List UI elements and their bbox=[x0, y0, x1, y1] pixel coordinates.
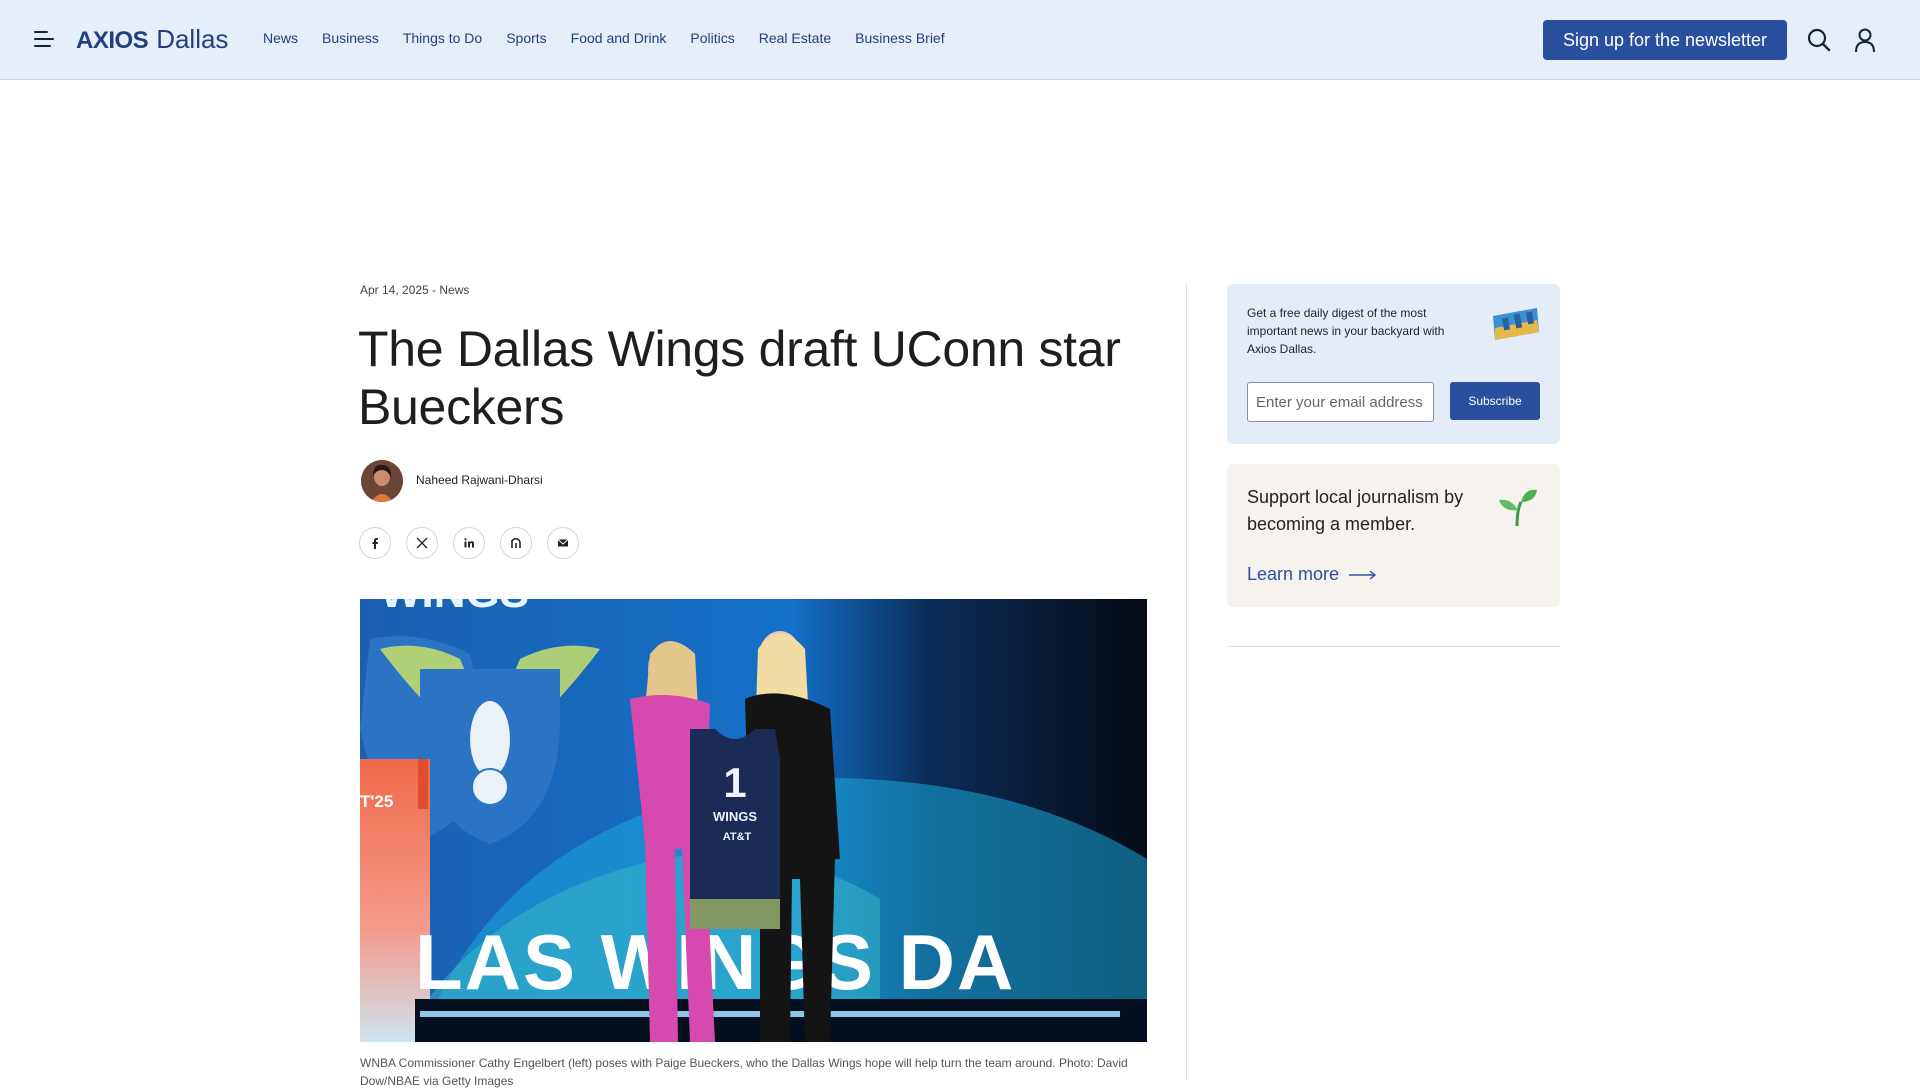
photo-caption: WNBA Commissioner Cathy Engelbert (left)… bbox=[360, 1056, 1128, 1088]
menu-icon[interactable] bbox=[34, 31, 54, 47]
author-avatar[interactable] bbox=[361, 460, 403, 502]
article-title: The Dallas Wings draft UConn star Buecke… bbox=[358, 321, 1121, 435]
subscribe-button[interactable]: Subscribe bbox=[1450, 382, 1540, 420]
linkedin-icon[interactable] bbox=[453, 527, 485, 559]
learn-more-label: Learn more bbox=[1247, 564, 1340, 584]
membership-box: Support local journalism by becoming a m… bbox=[1227, 464, 1560, 607]
arrow-right-icon bbox=[1349, 569, 1377, 580]
user-icon[interactable] bbox=[1853, 27, 1877, 53]
author-name[interactable]: Naheed Rajwani-Dharsi bbox=[416, 473, 543, 487]
photo-side-text: T'25 bbox=[360, 792, 393, 811]
postcard-icon bbox=[1489, 306, 1541, 342]
newsletter-signup-button[interactable]: Sign up for the newsletter bbox=[1543, 20, 1787, 60]
facebook-icon[interactable] bbox=[359, 527, 391, 559]
nav-politics[interactable]: Politics bbox=[690, 30, 734, 46]
share-bar bbox=[359, 527, 579, 559]
logo-brand: AXIOS bbox=[76, 27, 149, 54]
x-icon[interactable] bbox=[406, 527, 438, 559]
site-header: AXIOS Dallas News Business Things to Do … bbox=[0, 0, 1920, 80]
article-meta: Apr 14, 2025 - News bbox=[360, 283, 470, 297]
logo-city: Dallas bbox=[156, 24, 229, 54]
article-photo: WINGS T'25 LAS WINGS DA bbox=[360, 599, 1147, 1042]
photo-top-text: WINGS bbox=[380, 599, 529, 617]
nav-real-estate[interactable]: Real Estate bbox=[759, 30, 831, 46]
photo-stage-text: LAS WINGS DA bbox=[415, 918, 1015, 1006]
email-input[interactable] bbox=[1247, 382, 1434, 422]
nav-business-brief[interactable]: Business Brief bbox=[855, 30, 944, 46]
nav-food-and-drink[interactable]: Food and Drink bbox=[571, 30, 667, 46]
membership-text: Support local journalism by becoming a m… bbox=[1247, 487, 1464, 534]
threads-icon[interactable] bbox=[500, 527, 532, 559]
nav-business[interactable]: Business bbox=[322, 30, 379, 46]
main-nav: News Business Things to Do Sports Food a… bbox=[263, 30, 945, 46]
nav-news[interactable]: News bbox=[263, 30, 298, 46]
sidebar-divider bbox=[1227, 646, 1560, 647]
newsletter-box: Get a free daily digest of the most impo… bbox=[1227, 284, 1560, 444]
nav-things-to-do[interactable]: Things to Do bbox=[403, 30, 482, 46]
nav-sports[interactable]: Sports bbox=[506, 30, 546, 46]
newsletter-text: Get a free daily digest of the most impo… bbox=[1247, 306, 1445, 356]
jersey-sponsor: AT&T bbox=[723, 831, 752, 843]
jersey-team: WINGS bbox=[713, 809, 757, 824]
email-icon[interactable] bbox=[547, 527, 579, 559]
column-divider bbox=[1186, 284, 1187, 1080]
sprout-icon bbox=[1495, 486, 1539, 527]
site-logo[interactable]: AXIOS Dallas bbox=[76, 24, 228, 54]
learn-more-link[interactable]: Learn more bbox=[1247, 564, 1377, 585]
search-icon[interactable] bbox=[1807, 27, 1831, 53]
jersey-number: 1 bbox=[723, 759, 746, 806]
